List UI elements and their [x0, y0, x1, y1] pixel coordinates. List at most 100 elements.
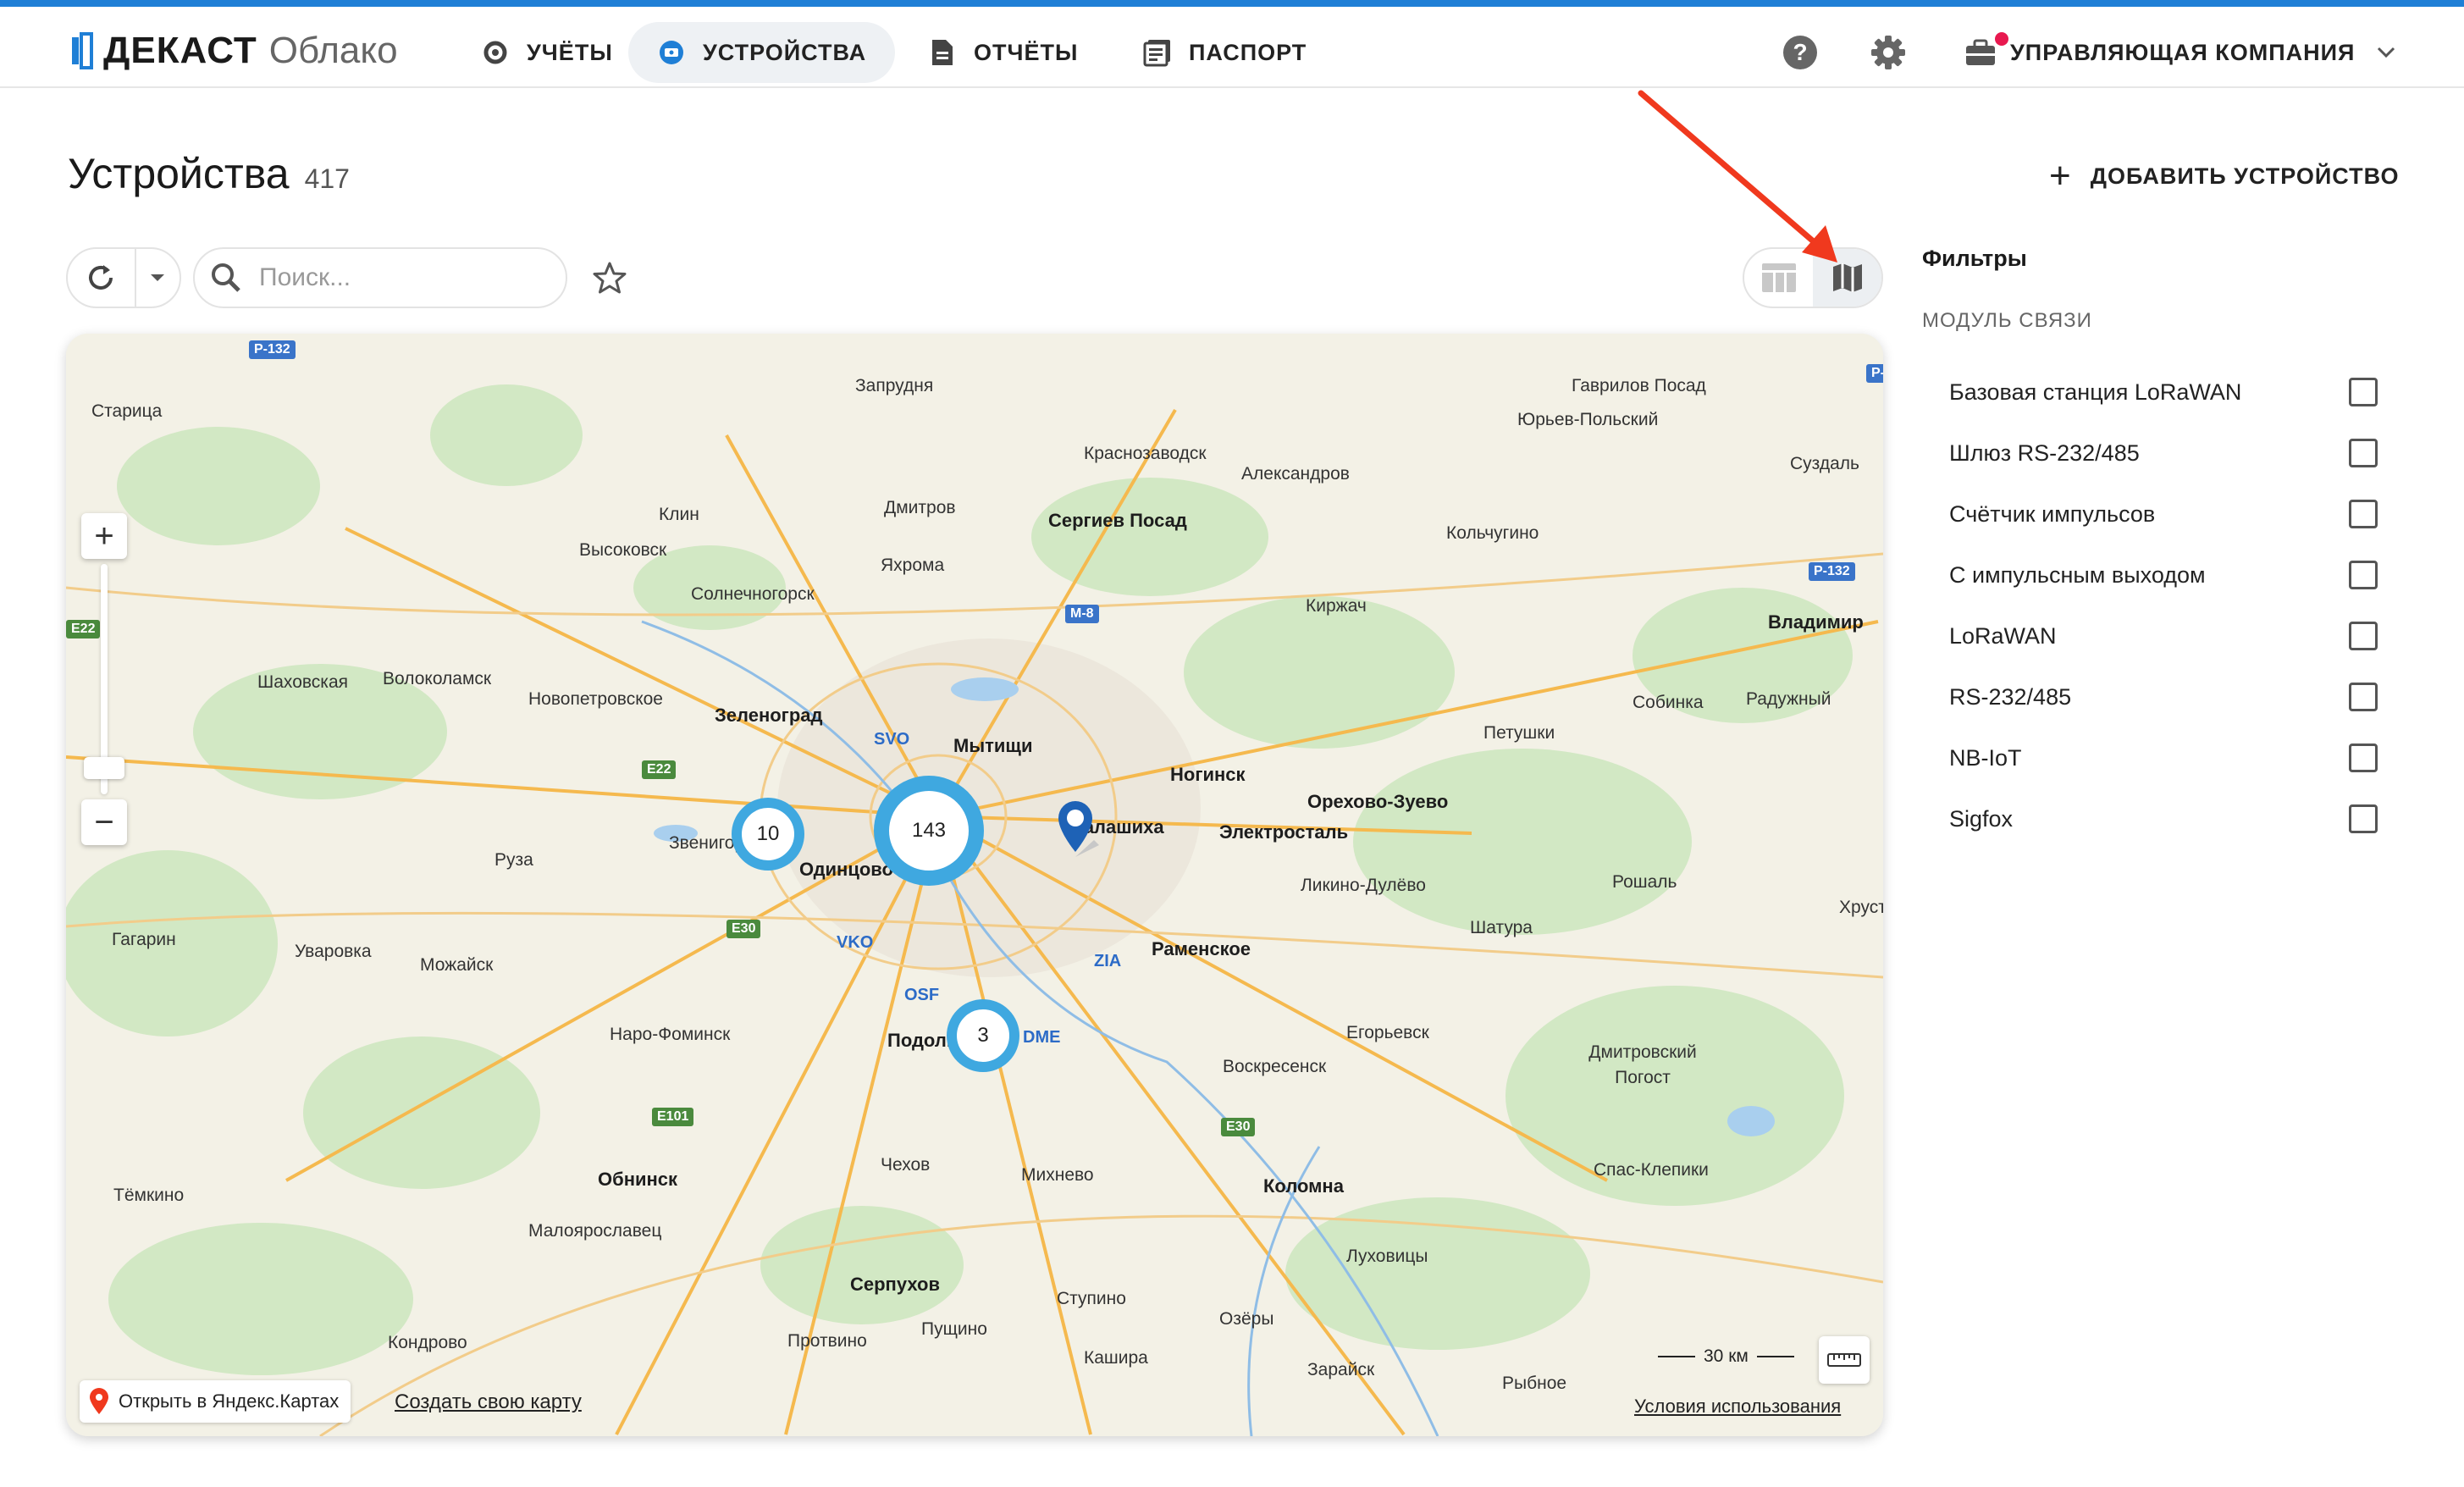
map-scale: 30 км — [1649, 1346, 1803, 1367]
device-count: 417 — [304, 163, 350, 194]
filter-checkbox[interactable] — [2349, 500, 2378, 528]
zoom-slider[interactable] — [84, 564, 124, 794]
map-pin-icon — [1058, 801, 1099, 857]
filter-checkbox[interactable] — [2349, 622, 2378, 650]
road-badge: Р-132 — [1809, 562, 1855, 581]
map-town: Ликино-Дулёво — [1301, 876, 1426, 895]
top-navigation-bar: ДЕКАСТ Облако УЧЁТЫ УСТРОЙСТВА ОТЧЁТЫ ПА… — [0, 7, 2464, 88]
filter-option-label: Счётчик импульсов — [1949, 500, 2156, 527]
map-town: Наро-Фоминск — [610, 1025, 731, 1044]
cluster-count: 143 — [911, 819, 947, 842]
device-cluster[interactable]: 3 — [947, 999, 1019, 1072]
add-device-button[interactable]: + ДОБАВИТЬ УСТРОЙСТВО — [2049, 158, 2399, 195]
map-terms-link[interactable]: Условия использования — [1634, 1396, 1841, 1418]
nav-reports[interactable]: ОТЧЁТЫ — [899, 22, 1107, 83]
map-town: Дмитровский Погост — [1588, 1042, 1697, 1087]
refresh-icon — [89, 265, 113, 290]
nav-passport[interactable]: ПАСПОРТ — [1114, 22, 1335, 83]
filter-checkbox[interactable] — [2349, 804, 2378, 833]
map-town: Гаврилов Посад — [1572, 376, 1706, 395]
filter-option[interactable]: Шлюз RS-232/485 — [1949, 434, 2378, 472]
map-town: Протвино — [787, 1331, 867, 1351]
filter-option[interactable]: RS-232/485 — [1949, 678, 2378, 716]
star-icon — [593, 262, 627, 294]
device-cluster[interactable]: 10 — [732, 798, 804, 871]
road-badge: Е22 — [642, 760, 677, 779]
map-scale-label: 30 км — [1704, 1346, 1749, 1366]
zoom-in-button[interactable]: + — [81, 513, 127, 559]
refresh-options-dropdown[interactable] — [136, 249, 180, 307]
briefcase-icon — [1964, 38, 1997, 67]
map-town: Мытищи — [953, 735, 1033, 756]
gear-icon[interactable] — [1868, 32, 1909, 73]
help-icon[interactable]: ? — [1780, 32, 1820, 73]
create-map-link[interactable]: Создать свою карту — [395, 1390, 582, 1414]
map-town: Шаховская — [257, 672, 348, 692]
map-town: Высоковск — [579, 540, 667, 560]
map-town: Радужный — [1746, 689, 1831, 709]
map-town: Ногинск — [1170, 764, 1246, 785]
filter-option[interactable]: NB-IoT — [1949, 739, 2378, 777]
devices-icon — [657, 38, 686, 67]
nav-accounts[interactable]: УЧЁТЫ — [452, 22, 642, 83]
filter-option[interactable]: Базовая станция LoRaWAN — [1949, 373, 2378, 411]
map-town: Гагарин — [112, 930, 176, 949]
chevron-down-icon — [2377, 47, 2395, 58]
brand-logo[interactable]: ДЕКАСТ Облако — [69, 27, 398, 75]
filter-option[interactable]: С импульсным выходом — [1949, 556, 2378, 594]
filter-option[interactable]: Sigfox — [1949, 800, 2378, 837]
company-selector[interactable]: УПРАВЛЯЮЩАЯ КОМПАНИЯ — [1964, 22, 2395, 83]
map-town: Краснозаводск — [1084, 444, 1207, 463]
ruler-button[interactable] — [1819, 1336, 1870, 1384]
filter-checkbox[interactable] — [2349, 561, 2378, 589]
zoom-slider-handle[interactable] — [84, 757, 124, 779]
map-town: Можайск — [420, 955, 494, 975]
nav-reports-label: ОТЧЁТЫ — [974, 39, 1079, 65]
map-town: Электросталь — [1219, 821, 1349, 843]
annotation-arrow — [1638, 90, 1837, 263]
page-title-text: Устройства — [68, 150, 290, 197]
map-town: Александров — [1241, 464, 1350, 484]
filter-checkbox[interactable] — [2349, 744, 2378, 772]
favorite-star-button[interactable] — [589, 257, 630, 298]
map-town: Владимир — [1768, 611, 1864, 633]
logo-icon — [69, 32, 95, 69]
map-view[interactable]: Р-132 Р-132 Р-132 М-8 Е22 Е22 Е30 Е30 Е1… — [66, 334, 1883, 1436]
map-town: Уваровка — [295, 942, 372, 961]
map-town: Суздаль — [1790, 454, 1859, 473]
map-town: Ступино — [1057, 1289, 1126, 1308]
zoom-out-button[interactable]: − — [81, 799, 127, 845]
device-cluster[interactable]: 143 — [874, 776, 984, 886]
airport-label: VKO — [837, 933, 874, 952]
ruler-icon — [1827, 1353, 1861, 1367]
airport-label: ZIA — [1094, 952, 1122, 970]
map-town: Луховицы — [1346, 1247, 1428, 1266]
map-town: Киржач — [1306, 596, 1367, 616]
refresh-button[interactable] — [68, 249, 136, 307]
device-map-pin[interactable] — [1055, 798, 1102, 863]
map-town: Юрьев-Польский — [1517, 410, 1659, 429]
filter-checkbox[interactable] — [2349, 378, 2378, 406]
search-input[interactable] — [259, 263, 547, 292]
map-town: Тёмкино — [113, 1186, 185, 1205]
map-town: Зарайск — [1307, 1360, 1375, 1379]
filter-option[interactable]: LoRaWAN — [1949, 617, 2378, 655]
nav-passport-label: ПАСПОРТ — [1189, 39, 1307, 65]
map-town: Зеленоград — [715, 705, 823, 726]
search-box — [193, 247, 567, 308]
map-town: Пущино — [921, 1319, 987, 1339]
nav-devices[interactable]: УСТРОЙСТВА — [628, 22, 896, 83]
filter-option[interactable]: Счётчик импульсов — [1949, 495, 2378, 533]
filter-checkbox[interactable] — [2349, 683, 2378, 711]
open-in-yandex-button[interactable]: Открыть в Яндекс.Картах — [80, 1380, 351, 1423]
map-town: Яхрома — [881, 556, 945, 575]
road-badge: Е30 — [1221, 1118, 1256, 1136]
map-town: Рыбное — [1502, 1374, 1567, 1393]
search-icon — [212, 263, 240, 292]
map-town: Малоярославец — [528, 1221, 662, 1241]
report-document-icon — [928, 38, 957, 67]
svg-text:?: ? — [1793, 39, 1807, 65]
filter-option-label: NB-IoT — [1949, 744, 2022, 771]
road-badge: Р-132 — [249, 340, 296, 359]
filter-checkbox[interactable] — [2349, 439, 2378, 467]
